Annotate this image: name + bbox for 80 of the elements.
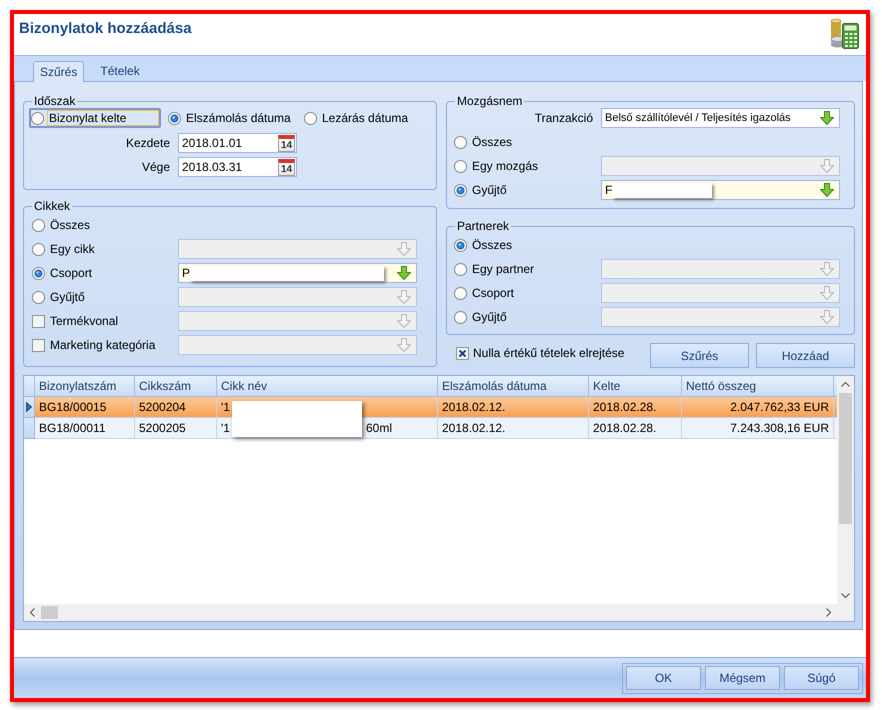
tab[interactable]: Tételek	[93, 60, 147, 81]
button[interactable]: Mégsem	[705, 666, 780, 690]
field-label: Tranzakció	[534, 110, 593, 127]
table-cell: 2018.02.28.	[589, 418, 682, 438]
down-arrow-icon	[820, 183, 834, 197]
table-cell: 2.047.762,33 EUR	[682, 397, 834, 417]
table-cell: 2018.02.12.	[438, 418, 589, 438]
radio-button[interactable]: Csoport	[32, 263, 92, 283]
table-cell: 5200204	[135, 397, 217, 417]
chevron-down-icon[interactable]	[841, 593, 850, 598]
row-pointer-icon	[26, 402, 32, 412]
down-arrow-icon	[397, 314, 411, 328]
scrollbar-thumb[interactable]	[839, 393, 852, 524]
radio-button[interactable]: Összes	[454, 132, 512, 152]
button[interactable]: Hozzáad	[756, 343, 855, 368]
date-field[interactable]: 2018.01.01 14	[178, 133, 297, 153]
down-arrow-icon	[397, 242, 411, 256]
dropdown-field[interactable]: Belső szállítólevél / Teljesítés igazolás	[601, 108, 840, 128]
down-arrow-icon	[820, 262, 834, 276]
checkbox[interactable]: Marketing kategória	[32, 335, 156, 355]
cell-text: '1	[221, 399, 230, 416]
column-header[interactable]: Nettó összeg	[682, 376, 834, 396]
down-arrow-icon	[820, 111, 834, 125]
radio-button[interactable]: Gyűjtő	[32, 287, 85, 307]
table-cell: BG18/00011	[35, 418, 135, 438]
table-cell: 5200205	[135, 418, 217, 438]
radio-button[interactable]: Csoport	[454, 283, 514, 303]
radio-button[interactable]: Egy cikk	[32, 239, 95, 259]
group-label: Időszak	[33, 94, 76, 108]
radio-button[interactable]: Gyűjtő	[454, 307, 507, 327]
date-field[interactable]: 2018.03.31 14	[178, 157, 297, 177]
chevron-right-icon[interactable]	[826, 608, 831, 617]
down-arrow-icon	[820, 310, 834, 324]
group-label: Mozgásnem	[456, 94, 524, 108]
down-arrow-icon	[397, 266, 411, 280]
horizontal-scrollbar[interactable]	[24, 604, 837, 621]
checkbox[interactable]: Termékvonal	[32, 311, 118, 331]
table-cell: 2018.02.12.	[438, 397, 589, 417]
cell-text: 60ml	[366, 420, 392, 437]
cell-text: '1	[221, 420, 231, 437]
button[interactable]: OK	[626, 666, 701, 690]
button[interactable]: Szűrés	[650, 343, 749, 368]
table-cell: BG18/00015	[35, 397, 135, 417]
window-title: Bizonylatok hozzáadása	[19, 20, 192, 38]
radio-button[interactable]: Lezárás dátuma	[304, 108, 408, 128]
dropdown-field[interactable]: P	[178, 263, 417, 283]
dropdown-field[interactable]: F	[601, 180, 840, 200]
column-header[interactable]: Cikk név	[217, 376, 438, 396]
button[interactable]: Súgó	[784, 666, 859, 690]
down-arrow-icon	[397, 338, 411, 352]
column-header[interactable]: Elszámolás dátuma	[438, 376, 589, 396]
field-label: Vége	[140, 159, 170, 176]
row-header[interactable]	[24, 397, 35, 418]
scrollbar-thumb[interactable]	[41, 606, 58, 619]
group-label: Cikkek	[33, 199, 72, 213]
calendar-button[interactable]: 14	[278, 134, 295, 152]
vertical-scrollbar[interactable]	[837, 376, 854, 604]
radio-button[interactable]: Összes	[32, 215, 90, 235]
column-header[interactable]: Bizonylatszám	[35, 376, 135, 396]
calendar-button[interactable]: 14	[278, 158, 295, 176]
column-header[interactable]: Kelte	[589, 376, 682, 396]
calculator-icon	[830, 18, 860, 49]
down-arrow-icon	[820, 159, 834, 173]
chevron-up-icon[interactable]	[841, 382, 850, 387]
tab[interactable]: Szűrés	[33, 61, 84, 82]
radio-button[interactable]: Összes	[454, 235, 512, 255]
down-arrow-icon	[397, 290, 411, 304]
field-label: Kezdete	[124, 135, 170, 152]
table-cell: 7.243.308,16 EUR	[682, 418, 834, 438]
radio-button[interactable]: Egy partner	[454, 259, 534, 279]
radio-button[interactable]: Bizonylat kelte	[29, 108, 161, 128]
group-label: Partnerek	[456, 219, 510, 233]
radio-button[interactable]: Elszámolás dátuma	[168, 108, 304, 128]
chevron-left-icon[interactable]	[30, 608, 35, 617]
radio-button[interactable]: Gyűjtő	[454, 180, 507, 200]
table-cell: 2018.02.28.	[589, 397, 682, 417]
down-arrow-icon	[820, 286, 834, 300]
column-header[interactable]: Cikkszám	[135, 376, 217, 396]
radio-button[interactable]: Egy mozgás	[454, 156, 538, 176]
checkbox[interactable]: Nulla értékű tételek elrejtése	[456, 344, 624, 362]
